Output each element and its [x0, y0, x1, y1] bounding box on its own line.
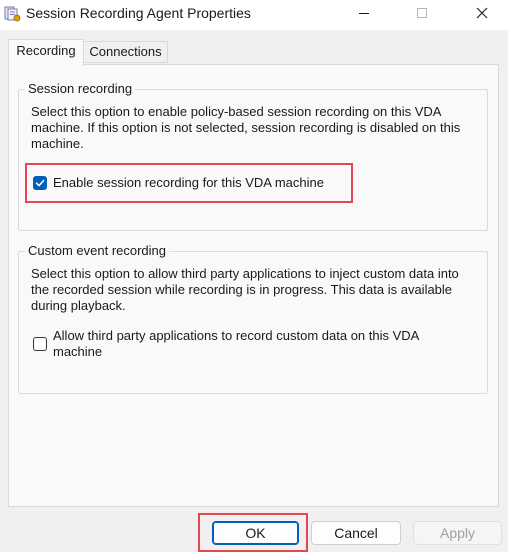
- title-bar[interactable]: Session Recording Agent Properties: [0, 0, 508, 30]
- close-icon: [476, 7, 488, 22]
- tab-recording[interactable]: Recording: [8, 39, 84, 66]
- session-recording-legend: Session recording: [25, 81, 136, 96]
- minimize-icon: [358, 7, 370, 22]
- properties-sheet-icon: [4, 5, 21, 22]
- session-recording-description: Select this option to enable policy-base…: [31, 104, 461, 151]
- maximize-button: [402, 0, 442, 28]
- allow-custom-data-label[interactable]: Allow third party applications to record…: [53, 328, 463, 360]
- allow-custom-data-checkbox[interactable]: [33, 337, 47, 351]
- custom-event-recording-legend: Custom event recording: [25, 243, 170, 258]
- tab-connections[interactable]: Connections: [84, 41, 168, 63]
- window-title: Session Recording Agent Properties: [26, 5, 251, 21]
- close-button[interactable]: [462, 0, 502, 28]
- apply-button: Apply: [413, 521, 502, 545]
- enable-session-recording-label[interactable]: Enable session recording for this VDA ma…: [53, 175, 324, 191]
- cancel-button[interactable]: Cancel: [311, 521, 401, 545]
- custom-event-recording-description: Select this option to allow third party …: [31, 266, 459, 313]
- maximize-icon: [416, 7, 428, 22]
- minimize-button[interactable]: [344, 0, 384, 28]
- ok-button[interactable]: OK: [212, 521, 299, 545]
- enable-session-recording-checkbox[interactable]: [33, 176, 47, 190]
